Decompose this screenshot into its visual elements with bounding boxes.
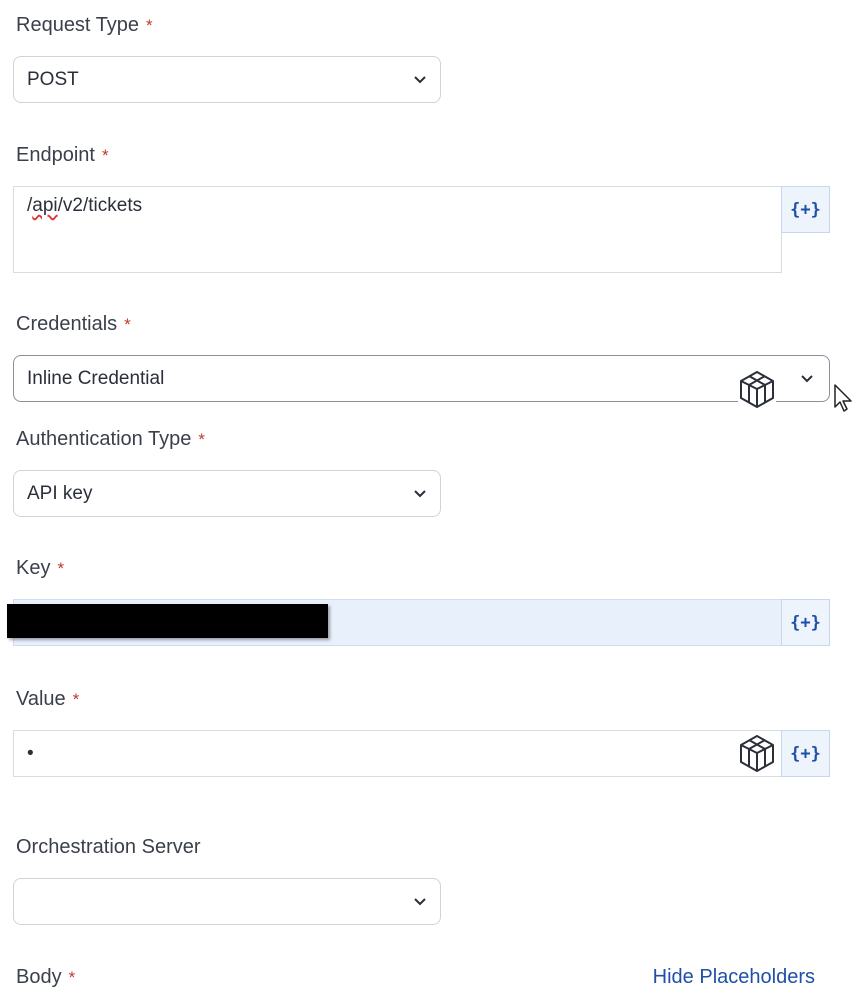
value-placeholder-button[interactable]: {+}	[781, 730, 830, 777]
key-placeholder-button[interactable]: {+}	[781, 599, 830, 646]
orchestration-server-select[interactable]	[13, 878, 441, 925]
required-marker: *	[72, 690, 80, 709]
credentials-value: Inline Credential	[27, 367, 165, 389]
cube-icon[interactable]	[738, 370, 776, 408]
required-marker: *	[101, 146, 109, 165]
chevron-down-icon	[801, 374, 813, 382]
key-label: Key *	[16, 557, 65, 579]
chevron-down-icon	[414, 489, 426, 497]
credentials-select[interactable]: Inline Credential	[13, 355, 830, 402]
chevron-down-icon	[414, 75, 426, 83]
auth-type-label: Authentication Type *	[16, 428, 205, 450]
request-type-value: POST	[27, 68, 79, 90]
value-label: Value *	[16, 688, 80, 710]
required-marker: *	[124, 315, 131, 334]
chevron-down-icon	[414, 897, 426, 905]
endpoint-textarea[interactable]: /api/v2/tickets	[13, 186, 782, 273]
auth-type-value: API key	[27, 482, 93, 504]
auth-type-select[interactable]: API key	[13, 470, 441, 517]
required-marker: *	[198, 430, 205, 449]
request-type-label: Request Type *	[16, 14, 153, 36]
endpoint-value-misspelled: api	[32, 195, 58, 216]
mouse-cursor-icon	[834, 384, 852, 412]
required-marker: *	[68, 968, 76, 987]
value-masked: •	[27, 742, 34, 764]
credentials-label: Credentials *	[16, 313, 131, 335]
redaction-box	[7, 604, 328, 638]
orchestration-server-label: Orchestration Server	[16, 836, 201, 858]
required-marker: *	[146, 16, 153, 35]
value-input[interactable]: •	[13, 730, 782, 777]
endpoint-label: Endpoint *	[16, 144, 109, 166]
endpoint-placeholder-button[interactable]: {+}	[781, 186, 830, 233]
endpoint-value-rest: /v2/tickets	[57, 195, 143, 216]
cube-icon[interactable]	[738, 734, 776, 772]
required-marker: *	[57, 559, 65, 578]
request-type-select[interactable]: POST	[13, 56, 441, 103]
